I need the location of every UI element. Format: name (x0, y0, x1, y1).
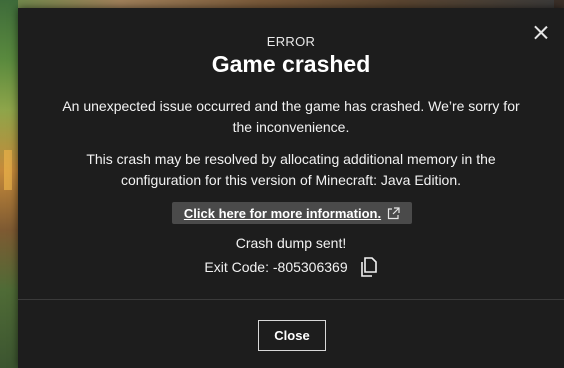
background-game-art-left (0, 0, 18, 368)
exit-code-row: Exit Code: -805306369 (18, 257, 564, 277)
memory-hint-message: This crash may be resolved by allocating… (86, 151, 496, 188)
crash-message: An unexpected issue occurred and the gam… (62, 98, 520, 135)
external-link-icon (387, 206, 400, 219)
crash-dump-status: Crash dump sent! (235, 235, 347, 251)
background-game-art-top (0, 0, 564, 8)
error-label: ERROR (266, 34, 316, 49)
dialog-title: Game crashed (211, 51, 371, 77)
more-info-link[interactable]: Click here for more information. (172, 202, 412, 224)
close-button[interactable]: Close (258, 320, 326, 351)
screen: ERROR Game crashed An unexpected issue o… (0, 0, 564, 368)
crash-dialog: ERROR Game crashed An unexpected issue o… (18, 8, 564, 368)
copy-icon[interactable] (360, 257, 378, 277)
exit-code-text: Exit Code: -805306369 (204, 259, 348, 275)
footer-divider (18, 299, 564, 300)
more-info-link-label: Click here for more information. (183, 205, 382, 221)
